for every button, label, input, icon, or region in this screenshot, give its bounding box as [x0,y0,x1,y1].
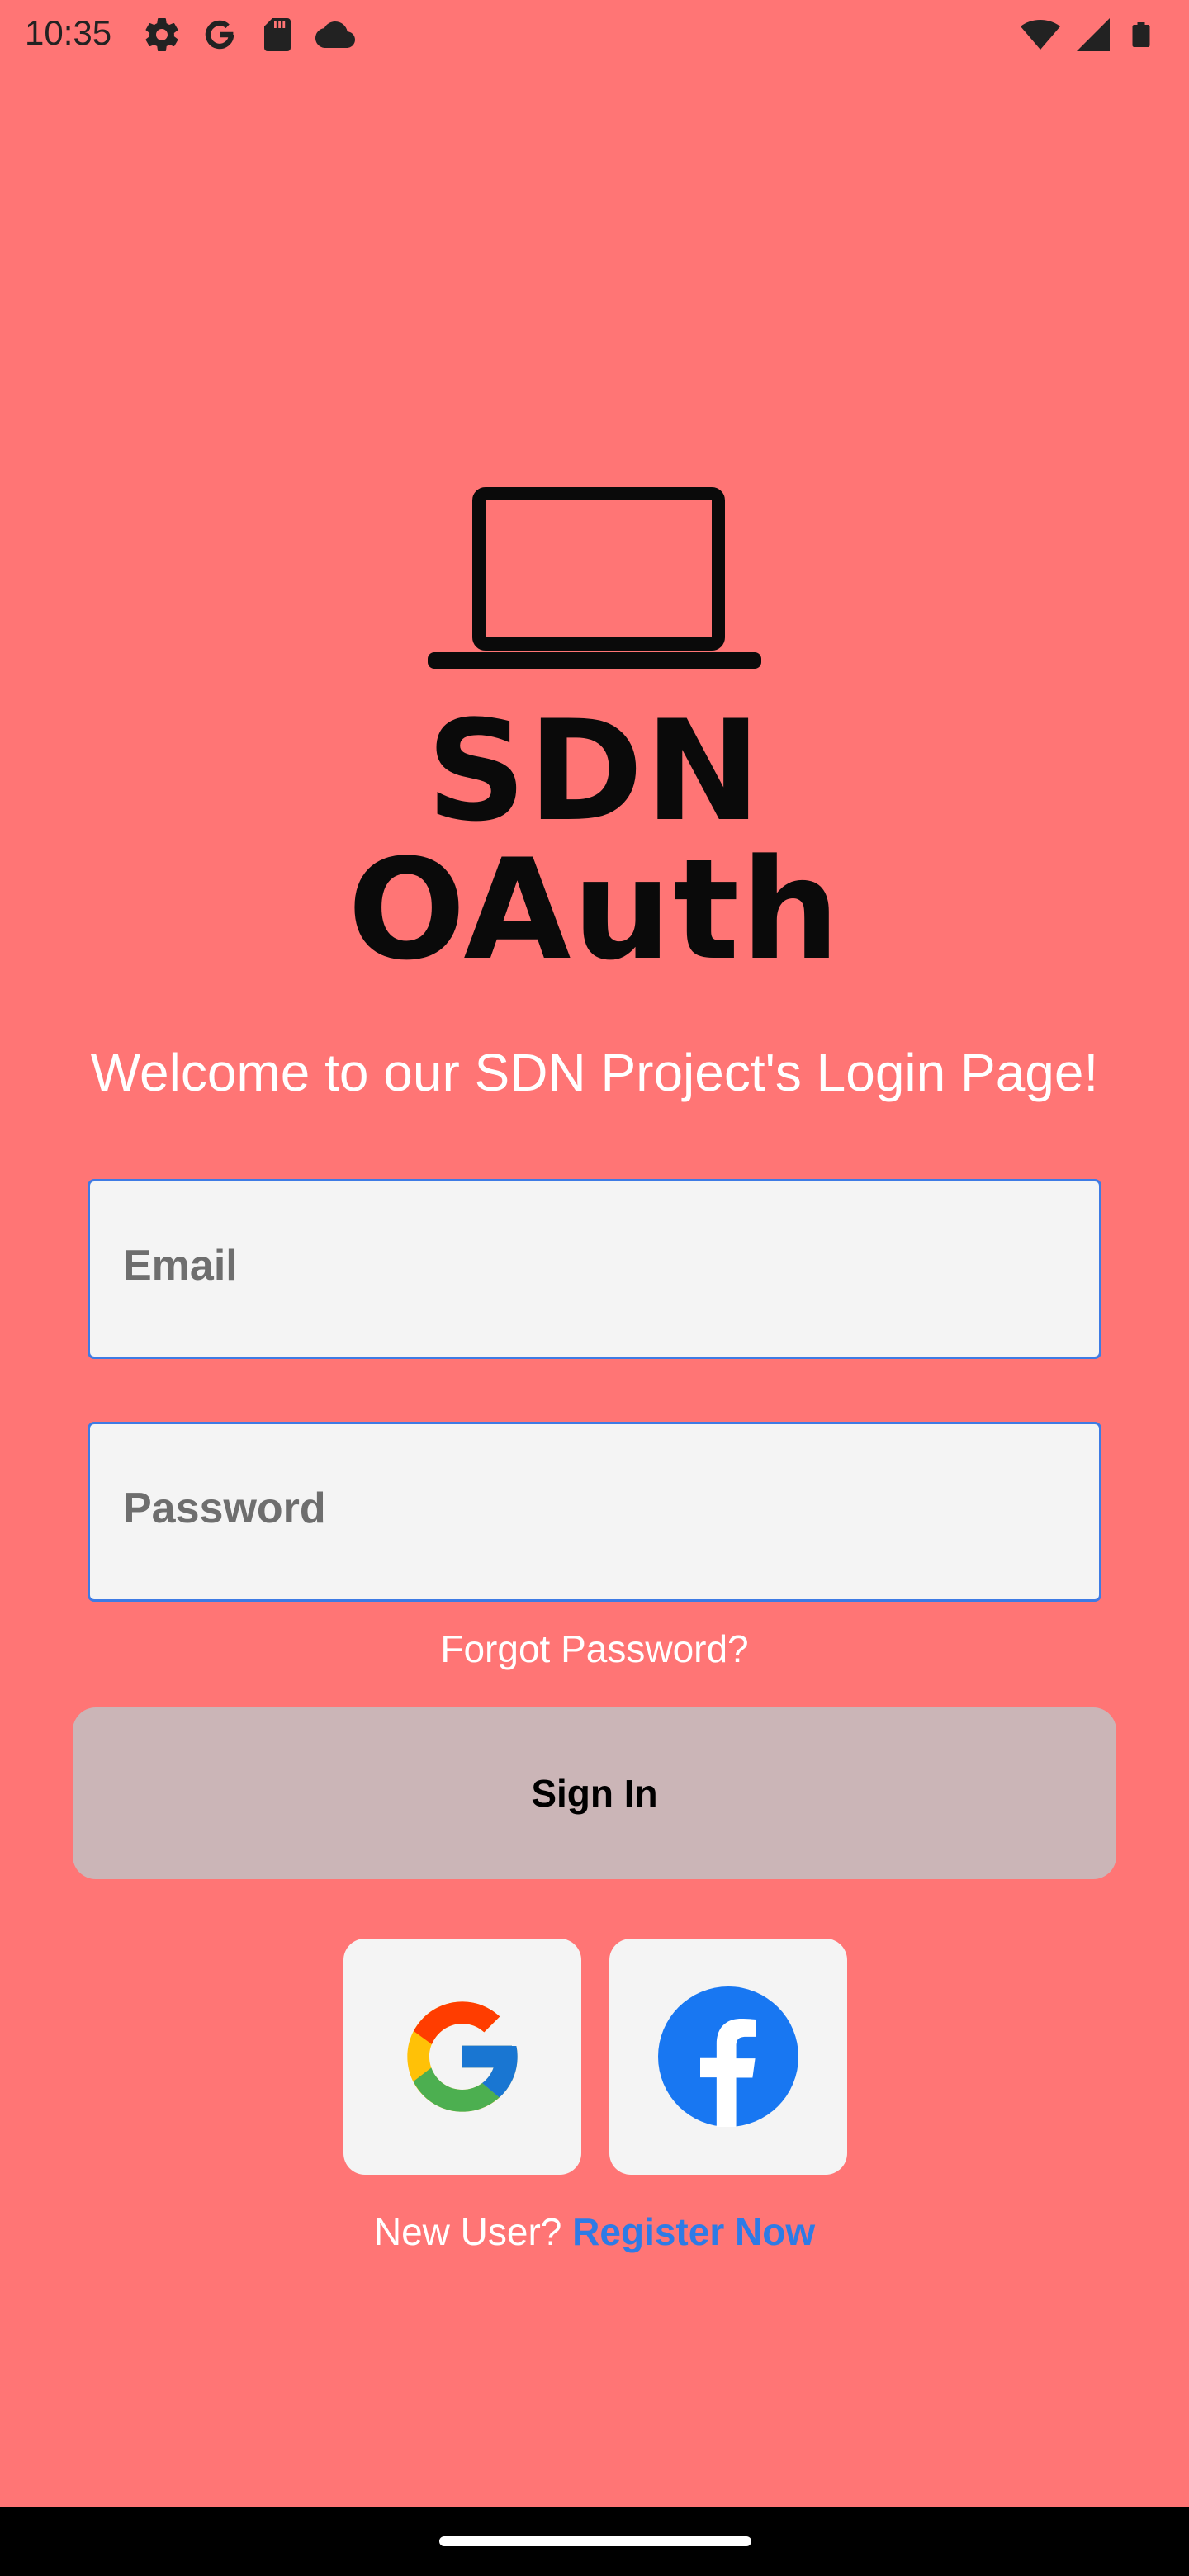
password-placeholder: Password [123,1485,326,1532]
wifi-icon [1021,20,1060,50]
facebook-logo-icon [658,1986,798,2127]
status-icons-right [1021,15,1156,54]
navigation-bar [0,2507,1189,2576]
register-row: New User? Register Now [0,2209,1189,2254]
google-sign-in-button[interactable] [343,1939,581,2175]
status-time: 10:35 [25,13,112,52]
logo-text: SDN OAuth [348,690,841,991]
cloud-icon [315,21,355,48]
battery-icon [1132,22,1150,47]
app-logo: SDN OAuth [173,479,1016,979]
status-bar: 10:35 [0,0,1189,69]
signal-icon [1077,18,1110,51]
email-field[interactable]: Email [88,1179,1101,1359]
google-logo-icon [407,2001,518,2112]
welcome-heading: Welcome to our SDN Project's Login Page! [90,1043,1099,1102]
register-prompt: New User? [373,2210,562,2253]
status-icons-left [142,15,355,54]
facebook-sign-in-button[interactable] [609,1939,847,2175]
laptop-icon [428,487,761,669]
forgot-password-link[interactable]: Forgot Password? [0,1627,1189,1671]
gear-icon [145,18,178,52]
login-screen: 10:35 SDN OAuth Welcome to our SDN Proje… [0,0,1189,2576]
password-field[interactable]: Password [88,1422,1101,1602]
home-gesture-handle[interactable] [439,2536,751,2546]
google-g-icon [205,20,234,50]
sd-card-icon [264,18,291,51]
sign-in-label: Sign In [531,1772,658,1815]
register-now-link[interactable]: Register Now [572,2210,815,2253]
sign-in-button[interactable]: Sign In [73,1707,1116,1879]
email-placeholder: Email [123,1242,238,1290]
